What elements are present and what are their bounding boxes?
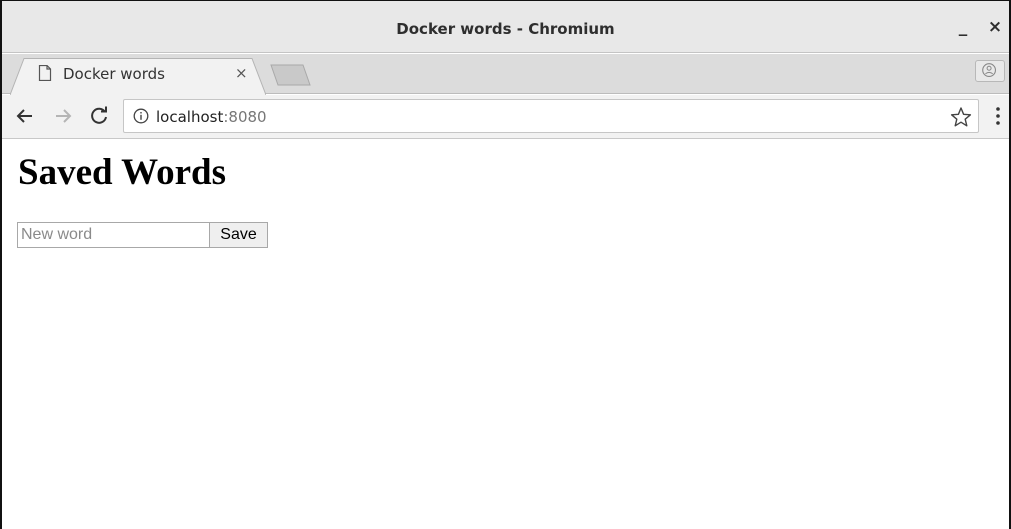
- star-icon[interactable]: [950, 106, 972, 128]
- reload-icon[interactable]: [88, 105, 110, 127]
- title-bar: Docker words - Chromium _ ×: [2, 1, 1009, 53]
- tab-strip: Docker words ×: [2, 54, 1009, 95]
- profile-button[interactable]: [975, 60, 1005, 82]
- tab-title: Docker words: [63, 65, 165, 83]
- window-title: Docker words - Chromium: [396, 20, 615, 38]
- page-content: Saved Words Save: [2, 140, 1009, 529]
- browser-window: Docker words - Chromium _ × Docker words…: [0, 0, 1011, 529]
- url-port: :8080: [223, 108, 267, 126]
- kebab-menu-icon[interactable]: [992, 105, 1004, 127]
- address-bar[interactable]: localhost:8080: [123, 99, 979, 133]
- page-title: Saved Words: [18, 152, 227, 193]
- page-icon: [38, 65, 52, 81]
- browser-toolbar: localhost:8080: [2, 95, 1009, 139]
- tab-close-button[interactable]: ×: [235, 64, 248, 82]
- minimize-button[interactable]: _: [952, 16, 974, 38]
- save-button[interactable]: Save: [209, 222, 268, 248]
- new-tab-button[interactable]: [267, 64, 313, 86]
- arrow-left-icon[interactable]: [14, 105, 36, 127]
- arrow-right-icon[interactable]: [52, 105, 74, 127]
- url-text[interactable]: localhost:8080: [156, 108, 267, 126]
- info-icon[interactable]: [133, 108, 149, 124]
- close-window-button[interactable]: ×: [984, 16, 1006, 38]
- profile-icon: [982, 63, 996, 77]
- url-host: localhost: [156, 108, 224, 126]
- new-word-input[interactable]: [17, 222, 210, 248]
